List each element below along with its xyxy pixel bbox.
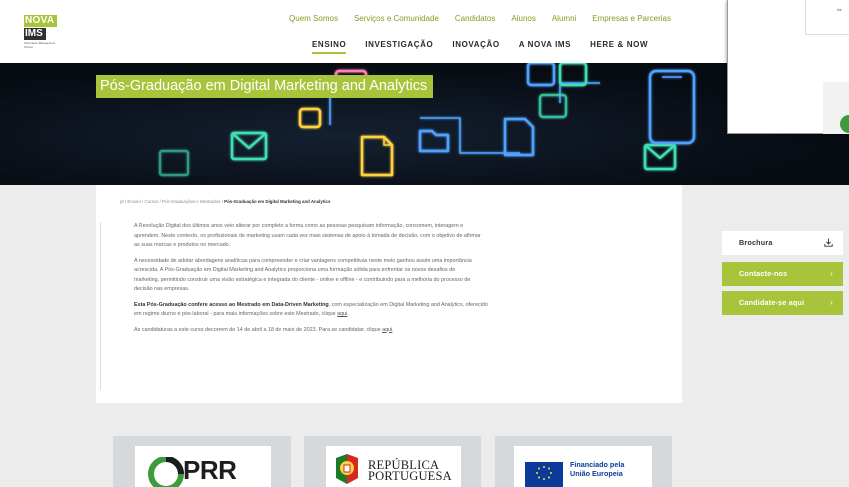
breadcrumb-separator: /: [159, 199, 161, 204]
download-icon: [824, 231, 833, 255]
nova-ims-logo[interactable]: NOVA IMS Information Management School: [24, 15, 57, 59]
funding-eu: Financiado pela União Europeia: [495, 436, 672, 487]
topnav-quem-somos[interactable]: Quem Somos: [289, 14, 338, 23]
p1-line: as suas marcas e produtos no mercado.: [134, 242, 231, 248]
logo-ims-text: IMS: [24, 28, 46, 40]
topnav-candidatos[interactable]: Candidatos: [455, 14, 495, 23]
mainnav-inovacao[interactable]: INOVAÇÃO: [452, 40, 499, 49]
paragraph-1: A Revolução Digital dos últimos anos vei…: [134, 222, 540, 251]
p1-line: A Revolução Digital dos últimos anos vei…: [134, 223, 464, 229]
breadcrumb-separator: /: [142, 199, 144, 204]
republica-logo-box: REPÚBLICA PORTUGUESA: [326, 446, 461, 487]
overlay-preview-window[interactable]: As: [727, 0, 849, 134]
mestrado-info-link[interactable]: aqui: [337, 311, 347, 317]
hero-banner: Pós-Graduação em Digital Marketing and A…: [0, 63, 849, 185]
site-header: NOVA IMS Information Management School Q…: [0, 0, 849, 63]
mestrado-highlight: Esta Pós-Graduação confere acesso ao Mes…: [134, 301, 329, 308]
overlay-snippet-text: As: [837, 7, 842, 12]
p3-text: , com especialização em Digital Marketin…: [328, 301, 488, 308]
prr-logo-box: PRR: [135, 446, 271, 487]
envelope-icon: [158, 149, 190, 177]
brochura-label: Brochura: [739, 238, 773, 247]
page-title: Pós-Graduação em Digital Marketing and A…: [96, 75, 434, 98]
breadcrumb-item-cursos[interactable]: Cursos: [145, 199, 159, 204]
p1-line: aprendem. Neste contexto, os profissiona…: [134, 232, 481, 239]
document-icon: [360, 135, 394, 177]
funding-republica: REPÚBLICA PORTUGUESA: [304, 436, 481, 487]
breadcrumb-separator: /: [124, 199, 127, 204]
topnav-alumni[interactable]: Alumni: [552, 14, 576, 23]
prr-logo-fragment-icon: [840, 115, 849, 133]
course-description: A Revolução Digital dos últimos anos vei…: [100, 222, 540, 390]
eu-text: Financiado pela União Europeia: [570, 460, 624, 478]
paragraph-4: As candidaturas a este curso decorrem de…: [134, 326, 540, 336]
envelope-icon: [230, 131, 268, 161]
mainnav-ensino[interactable]: ENSINO: [312, 40, 347, 54]
brochura-button[interactable]: Brochura: [722, 231, 843, 255]
folder-icon: [418, 129, 450, 153]
mainnav-a-nova-ims[interactable]: A NOVA IMS: [519, 40, 571, 49]
eu-line: União Europeia: [570, 468, 623, 478]
mainnav-here-now[interactable]: HERE & NOW: [590, 40, 648, 49]
breadcrumb-item-pos-graduacoes[interactable]: Pós-Graduações e Mestrados: [162, 199, 220, 204]
portugal-emblem-icon: [336, 454, 358, 484]
main-content-card: pt / Ensino / Cursos / Pós-Graduações e …: [96, 185, 682, 403]
eu-logo-box: Financiado pela União Europeia: [514, 446, 652, 487]
apply-link[interactable]: aqui: [382, 327, 392, 333]
contact-label: Contacte-nos: [739, 269, 788, 278]
eu-flag-icon: [525, 462, 563, 487]
p2-line: marketing, permitindo construir uma visã…: [134, 276, 471, 283]
breadcrumb-item-ensino[interactable]: Ensino: [127, 199, 140, 204]
p2-line: decisão nas empresas.: [134, 286, 190, 292]
apply-label: Candidate-se aqui: [739, 298, 805, 307]
logo-nova-text: NOVA: [24, 15, 57, 27]
funding-prr: PRR: [113, 436, 291, 487]
breadcrumb-item-pt[interactable]: pt: [120, 199, 124, 204]
contact-button[interactable]: Contacte-nos ›: [722, 262, 843, 286]
p3-text: .: [347, 311, 349, 317]
logo-subtitle: Information Management School: [24, 41, 56, 49]
apply-button[interactable]: Candidate-se aqui ›: [722, 291, 843, 315]
breadcrumb-current: Pós-Graduação em Digital Marketing and A…: [224, 199, 331, 204]
overlay-inner-frame: [805, 0, 849, 35]
phone-icon: [648, 69, 696, 145]
topnav-alunos[interactable]: Alunos: [511, 14, 535, 23]
paragraph-2: A necessidade de adotar abordagens analí…: [134, 257, 540, 295]
republica-text: REPÚBLICA PORTUGUESA: [368, 459, 452, 483]
republica-line: PORTUGUESA: [368, 469, 452, 483]
p3-text: em regime diurno e pós-laboral - para ma…: [134, 311, 338, 317]
chevron-right-icon: ›: [830, 298, 833, 307]
p2-line: A necessidade de adotar abordagens analí…: [134, 257, 472, 264]
mainnav-investigacao[interactable]: INVESTIGAÇÃO: [365, 40, 433, 49]
document-icon: [503, 117, 535, 157]
breadcrumb: pt / Ensino / Cursos / Pós-Graduações e …: [120, 199, 330, 204]
overlay-thumbnail: [823, 82, 849, 134]
topnav-servicos[interactable]: Serviços e Comunidade: [354, 14, 439, 23]
breadcrumb-separator: /: [221, 199, 223, 204]
topnav-empresas[interactable]: Empresas e Parcerias: [592, 14, 671, 23]
app-grid-icon: [526, 63, 588, 119]
prr-mark-icon: [148, 457, 184, 487]
chevron-right-icon: ›: [830, 269, 833, 278]
p2-line: acrescida. A Pós-Graduação em Digital Ma…: [134, 267, 456, 273]
paragraph-3: Esta Pós-Graduação confere acesso ao Mes…: [134, 301, 540, 320]
p4-text: As candidaturas a este curso decorrem de…: [134, 326, 383, 333]
prr-text: PRR: [183, 455, 237, 485]
envelope-icon: [643, 143, 677, 171]
p4-text: .: [392, 326, 394, 333]
main-navigation: ENSINO INVESTIGAÇÃO INOVAÇÃO A NOVA IMS …: [312, 40, 648, 54]
top-navigation: Quem Somos Serviços e Comunidade Candida…: [289, 14, 671, 23]
